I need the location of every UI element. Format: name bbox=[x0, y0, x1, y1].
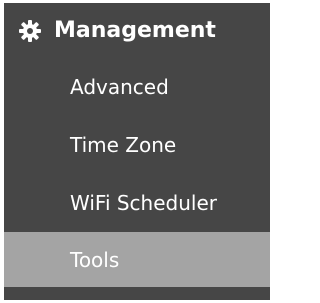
menu-item-tools[interactable]: Tools bbox=[4, 232, 270, 287]
menu-item-label: Advanced bbox=[70, 75, 169, 99]
menu-item-label: Tools bbox=[70, 247, 120, 272]
menu-item-advanced[interactable]: Advanced bbox=[4, 58, 270, 116]
management-menu: Management Advanced Time Zone WiFi Sched… bbox=[4, 3, 270, 300]
menu-item-label: Time Zone bbox=[70, 133, 177, 157]
menu-item-time-zone[interactable]: Time Zone bbox=[4, 116, 270, 174]
menu-item-label: WiFi Scheduler bbox=[70, 191, 217, 215]
menu-item-wifi-scheduler[interactable]: WiFi Scheduler bbox=[4, 174, 270, 232]
menu-header-label: Management bbox=[54, 18, 216, 43]
menu-header-management[interactable]: Management bbox=[4, 3, 270, 58]
gear-icon bbox=[18, 19, 42, 43]
